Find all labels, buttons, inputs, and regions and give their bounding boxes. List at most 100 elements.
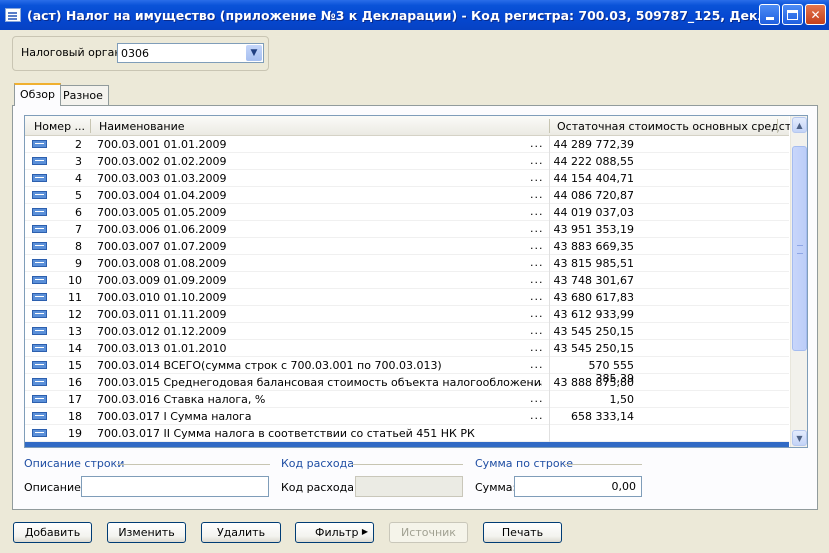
row-lookup-button[interactable]: ... [530,137,544,150]
table-row[interactable]: 9 700.03.008 01.08.2009... 43 815 985,51 [25,255,789,272]
column-separator[interactable] [90,119,91,133]
arrow-up-icon: ▲ [796,120,803,130]
row-lookup-button[interactable]: ... [530,273,544,286]
selected-row[interactable] [25,442,789,447]
row-lookup-button[interactable]: ... [530,375,544,388]
print-button[interactable]: Печать [483,522,562,543]
source-button[interactable]: Источник [389,522,468,543]
row-record-icon [32,310,47,318]
table-row[interactable]: 11 700.03.010 01.10.2009... 43 680 617,83 [25,289,789,306]
table-row[interactable]: 16 700.03.015 Среднегодовая балансовая ст… [25,374,789,391]
dropdown-arrow-icon[interactable]: ▼ [246,45,262,61]
description-field[interactable] [81,476,269,497]
table-row[interactable]: 14 700.03.013 01.01.2010... 43 545 250,15 [25,340,789,357]
register-grid[interactable]: Номер ... Наименование Остаточная стоимо… [24,115,808,448]
column-header-number[interactable]: Номер ... [34,120,85,133]
row-name: 700.03.001 01.01.2009 [97,138,227,151]
row-amount: 43 815 985,51 [553,257,634,270]
tax-authority-panel: Налоговый орган: 0306 ▼ [12,36,269,71]
row-record-icon [32,242,47,250]
edit-button[interactable]: Изменить [107,522,186,543]
row-lookup-button[interactable]: ... [530,171,544,184]
grid-rows: 2 700.03.001 01.01.2009... 44 289 772,39 3 7… [25,136,789,447]
column-separator[interactable] [777,119,778,133]
row-record-icon [32,140,47,148]
column-header-residual-value[interactable]: Остаточная стоимость основных средств [557,120,798,133]
row-lookup-button[interactable]: ... [530,154,544,167]
tax-authority-select[interactable]: 0306 ▼ [117,43,264,63]
row-amount: 43 888 875,80 [553,376,634,389]
table-row[interactable]: 15 700.03.014 ВСЕГО(сумма строк с 700.03.… [25,357,789,385]
window-title: (аст) Налог на имущество (приложение №3 … [27,7,772,23]
filter-button[interactable]: Фильтр ▶ [295,522,374,543]
row-lookup-button[interactable]: ... [530,324,544,337]
row-lookup-button[interactable]: ... [530,358,544,371]
table-row[interactable]: 19 700.03.017 II Сумма налога в соответст… [25,425,789,442]
group-divider [352,464,463,465]
scroll-up-button[interactable]: ▲ [792,117,807,133]
row-amount: 43 545 250,15 [553,325,634,338]
row-amount: 44 086 720,87 [553,189,634,202]
row-lookup-button[interactable]: ... [530,392,544,405]
row-lookup-button[interactable]: ... [530,307,544,320]
row-name: 700.03.015 Среднегодовая балансовая стои… [97,376,542,389]
table-row[interactable]: 8 700.03.007 01.07.2009... 43 883 669,35 [25,238,789,255]
table-row[interactable]: 13 700.03.012 01.12.2009... 43 545 250,15 [25,323,789,340]
row-amount: 44 222 088,55 [553,155,634,168]
column-separator[interactable] [549,119,550,133]
description-label: Описание: [24,481,85,494]
row-lookup-button[interactable]: ... [530,205,544,218]
row-record-icon [32,191,47,199]
row-name: 700.03.004 01.04.2009 [97,189,227,202]
table-row[interactable]: 10 700.03.009 01.09.2009... 43 748 301,67 [25,272,789,289]
tab-misc[interactable]: Разное [57,85,109,105]
table-row[interactable]: 6 700.03.005 01.05.2009... 44 019 037,03 [25,204,789,221]
row-lookup-button[interactable]: ... [530,256,544,269]
row-lookup-button[interactable]: ... [530,290,544,303]
row-number: 19 [68,427,82,440]
row-amount: 44 154 404,71 [553,172,634,185]
maximize-icon [787,9,798,20]
row-name: 700.03.011 01.11.2009 [97,308,227,321]
row-lookup-button[interactable]: ... [530,188,544,201]
row-record-icon [32,208,47,216]
add-button[interactable]: Добавить [13,522,92,543]
sum-label: Сумма: [475,481,517,494]
row-record-icon [32,225,47,233]
row-amount: 43 612 933,99 [553,308,634,321]
submenu-arrow-icon: ▶ [361,527,368,536]
scroll-thumb[interactable] [792,146,807,351]
table-row[interactable]: 18 700.03.017 I Сумма налога... 658 333,14 [25,408,789,425]
group-divider [565,464,642,465]
delete-button[interactable]: Удалить [201,522,281,543]
close-button[interactable]: ✕ [805,4,826,25]
row-lookup-button[interactable]: ... [530,222,544,235]
row-number: 12 [68,308,82,321]
row-number: 6 [75,206,82,219]
row-name: 700.03.003 01.03.2009 [97,172,227,185]
tab-overview[interactable]: Обзор [14,83,62,106]
vertical-scrollbar[interactable]: ▲ ▼ [790,116,807,447]
scroll-down-button[interactable]: ▼ [792,430,807,446]
table-row[interactable]: 5 700.03.004 01.04.2009... 44 086 720,87 [25,187,789,204]
row-lookup-button[interactable]: ... [530,409,544,422]
table-row[interactable]: 2 700.03.001 01.01.2009... 44 289 772,39 [25,136,789,153]
row-record-icon [32,378,47,386]
column-header-name[interactable]: Наименование [99,120,184,133]
maximize-button[interactable] [782,4,803,25]
tax-authority-value: 0306 [121,47,149,60]
table-row[interactable]: 3 700.03.002 01.02.2009... 44 222 088,55 [25,153,789,170]
row-lookup-button[interactable]: ... [530,239,544,252]
row-amount: 1,50 [609,393,635,406]
table-row[interactable]: 12 700.03.011 01.11.2009... 43 612 933,99 [25,306,789,323]
table-row[interactable]: 7 700.03.006 01.06.2009... 43 951 353,19 [25,221,789,238]
row-lookup-button[interactable]: ... [530,341,544,354]
tax-authority-label: Налоговый орган: [21,46,126,59]
expense-code-field[interactable] [355,476,463,497]
minimize-button[interactable] [759,4,780,25]
sum-field[interactable]: 0,00 [514,476,642,497]
table-row[interactable]: 4 700.03.003 01.03.2009... 44 154 404,71 [25,170,789,187]
row-number: 3 [75,155,82,168]
row-amount: 44 289 772,39 [553,138,634,151]
table-row[interactable]: 17 700.03.016 Ставка налога, %... 1,50 [25,391,789,408]
